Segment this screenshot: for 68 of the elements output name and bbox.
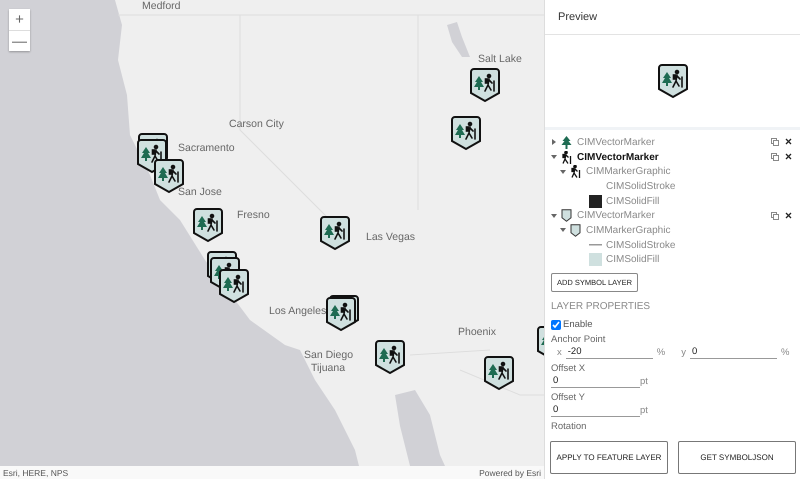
layer-label[interactable]: CIMSolidFill — [606, 196, 794, 207]
city-label: Las Vegas — [366, 231, 416, 243]
action-button[interactable]: GET SYMBOLJSON — [678, 441, 796, 474]
anchor-x-field[interactable]: -20 — [566, 345, 653, 360]
expand-caret-icon[interactable] — [560, 227, 569, 234]
layer-label[interactable]: CIMVectorMarker — [577, 136, 771, 148]
attribution-text: Esri, HERE, NPS — [3, 468, 68, 478]
city-label: Tijuana — [311, 362, 346, 374]
anchor-y-field[interactable]: 0 — [690, 345, 777, 360]
city-label: Fresno — [237, 209, 270, 221]
layer-label[interactable]: CIMVectorMarker — [577, 152, 771, 163]
field-label: Rotation — [551, 421, 588, 432]
y-label: y — [681, 346, 686, 358]
unit-label: % — [780, 346, 790, 358]
city-label: Carson City — [229, 118, 284, 130]
x-label: x — [557, 346, 562, 358]
hiking-marker-icon — [658, 63, 688, 99]
layer-label[interactable]: CIMSolidFill — [606, 254, 794, 266]
city-label: Salt Lake — [478, 53, 522, 65]
unit-label: pt — [640, 404, 648, 416]
layer-label[interactable]: CIMSolidStroke — [606, 240, 794, 251]
lake-shape — [447, 22, 470, 57]
marker-stack-icon[interactable] — [207, 250, 249, 304]
shield-icon — [560, 209, 573, 222]
city-label: San Diego — [304, 349, 354, 361]
marker-stack-icon[interactable] — [326, 294, 359, 332]
hiking-marker-icon[interactable] — [470, 67, 500, 103]
field-label: Anchor Point — [551, 334, 606, 346]
map[interactable]: Medford Salt Lake Carson City Sacramento San Jose Fresno Las Vegas Los Angeles Phoenix San Diego Tijuana + — Esri, HERE, NPS Powered by Esri — [0, 0, 544, 479]
section-title: LAYER PROPERTIES — [551, 301, 652, 312]
zoom-in-button[interactable]: + — [9, 9, 30, 30]
unit-label: % — [656, 346, 666, 358]
close-icon[interactable] — [785, 138, 792, 146]
close-icon[interactable] — [785, 153, 792, 160]
city-label: Sacramento — [178, 142, 235, 154]
city-label: Phoenix — [458, 326, 496, 338]
layer-label[interactable]: CIMVectorMarker — [577, 210, 771, 222]
action-button[interactable]: APPLY TO FEATURE LAYER — [550, 441, 668, 474]
zoom-out-button[interactable]: — — [9, 30, 30, 51]
hiking-marker-icon[interactable] — [375, 339, 405, 375]
field-label: Offset Y — [551, 392, 586, 404]
unit-label: pt — [640, 376, 648, 387]
layer-label[interactable]: CIMMarkerGraphic — [586, 166, 794, 178]
hiker-icon — [569, 165, 582, 178]
panel-title: Preview — [545, 0, 800, 35]
hiking-marker-icon[interactable] — [451, 115, 481, 151]
powered-by-text: Powered by Esri — [479, 468, 541, 478]
offset-field[interactable]: 0 — [551, 374, 640, 388]
hiking-marker-icon[interactable] — [484, 355, 514, 391]
layer-label[interactable]: CIMMarkerGraphic — [586, 224, 794, 236]
expand-caret-icon[interactable] — [560, 168, 569, 175]
shield-icon — [569, 224, 582, 237]
checkbox-label: Enable — [563, 319, 593, 330]
city-label: Los Angeles — [269, 305, 326, 317]
field-label: Offset X — [551, 363, 586, 374]
copy-icon[interactable] — [771, 212, 779, 220]
expand-caret-icon[interactable] — [551, 212, 560, 219]
city-label: Medford — [142, 0, 181, 12]
close-icon[interactable] — [785, 212, 792, 219]
hiking-marker-icon[interactable] — [193, 207, 223, 243]
expand-caret-icon[interactable] — [551, 154, 560, 160]
layer-label[interactable]: CIMSolidStroke — [606, 180, 794, 192]
offset-field[interactable]: 0 — [551, 403, 640, 418]
enable-checkbox[interactable] — [551, 320, 561, 330]
hiker-icon — [560, 150, 573, 164]
city-label: San Jose — [178, 186, 222, 198]
hiking-marker-icon[interactable] — [320, 215, 350, 251]
tree-icon — [560, 136, 573, 149]
